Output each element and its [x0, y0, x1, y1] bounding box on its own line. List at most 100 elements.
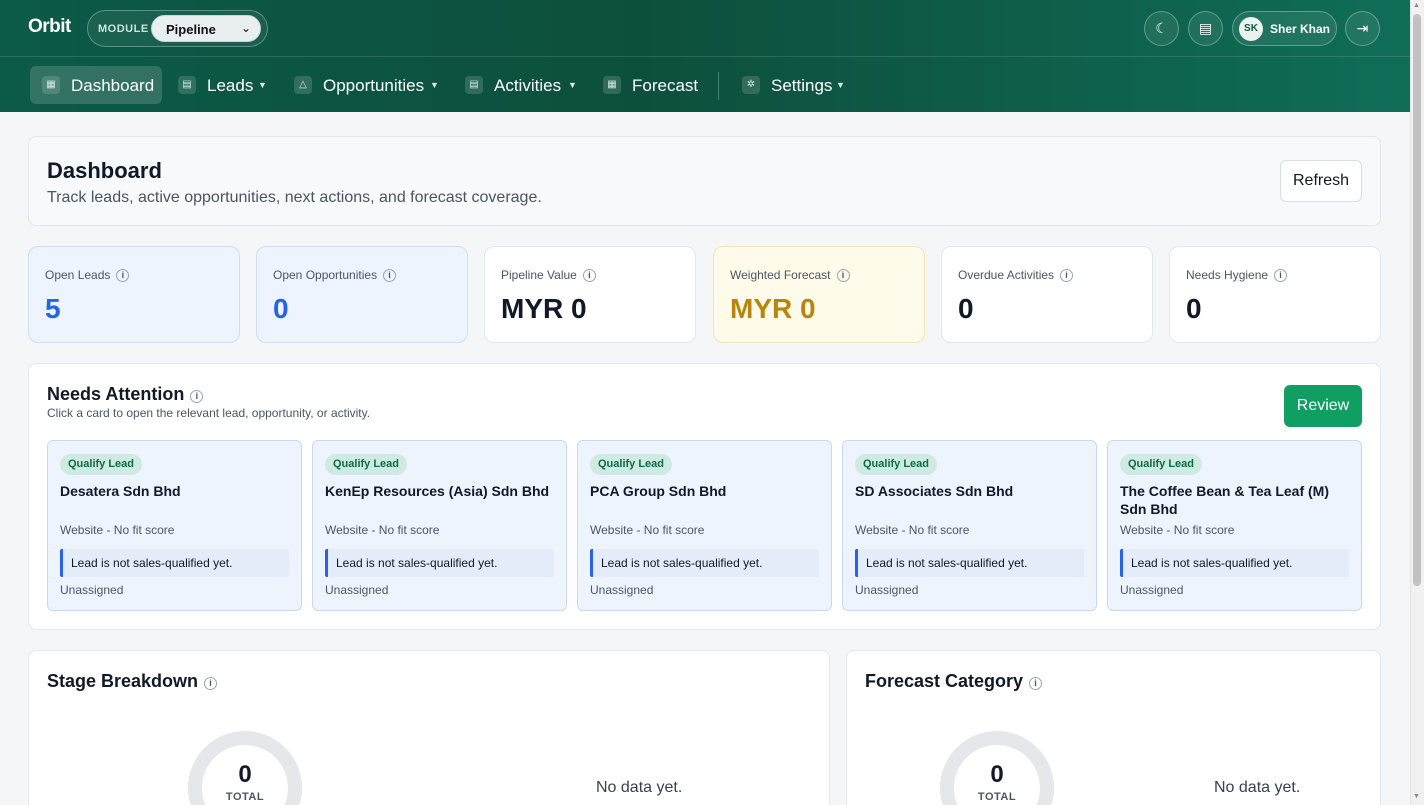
nav-opportunities[interactable]: △ Opportunities ▼	[282, 66, 445, 104]
section-title-text: Stage Breakdown	[47, 671, 199, 691]
nav-activities[interactable]: ▤ Activities ▼	[453, 66, 583, 104]
page-title: Dashboard	[47, 158, 162, 183]
scroll-down-icon[interactable]: ▼	[1413, 793, 1420, 800]
card-meta: Website - No fit score	[60, 523, 175, 537]
nav-settings[interactable]: ✲ Settings ▼	[730, 66, 856, 104]
attention-card[interactable]: Qualify Lead SD Associates Sdn Bhd Websi…	[842, 440, 1097, 611]
refresh-button[interactable]: Refresh	[1280, 160, 1362, 202]
info-icon[interactable]: i	[204, 677, 218, 690]
nav-forecast[interactable]: ▦ Forecast	[591, 66, 706, 104]
app-header: Orbit MODULE Pipeline ⌄ ☾ ▤ SK Sher Khan…	[0, 0, 1410, 57]
card-owner: Unassigned	[60, 583, 124, 597]
kpi-label-text: Open Opportunities	[273, 268, 378, 282]
module-select[interactable]: Pipeline ⌄	[151, 15, 261, 42]
info-icon[interactable]: i	[836, 269, 850, 282]
kpi-value: MYR 0	[501, 293, 587, 324]
card-note: Lead is not sales-qualified yet.	[1120, 549, 1349, 577]
module-select-value: Pipeline	[166, 22, 216, 37]
module-switcher: MODULE Pipeline ⌄	[87, 10, 268, 47]
card-note: Lead is not sales-qualified yet.	[60, 549, 289, 577]
kpi-weighted-forecast[interactable]: Weighted Forecast i MYR 0	[713, 246, 925, 343]
card-title: KenEp Resources (Asia) Sdn Bhd	[325, 483, 550, 499]
kpi-needs-hygiene[interactable]: Needs Hygiene i 0	[1169, 246, 1381, 343]
settings-icon: ✲	[742, 76, 760, 94]
info-icon[interactable]: i	[1274, 269, 1288, 282]
info-icon[interactable]: i	[1029, 677, 1043, 690]
activities-icon: ▤	[465, 76, 483, 94]
kpi-open-leads[interactable]: Open Leads i 5	[28, 246, 240, 343]
theme-toggle-button[interactable]: ☾	[1144, 11, 1179, 46]
forecast-icon: ▦	[603, 76, 621, 94]
card-title: SD Associates Sdn Bhd	[855, 483, 1014, 499]
kpi-label-text: Overdue Activities	[958, 268, 1055, 282]
nav-divider	[718, 72, 719, 100]
section-title-text: Forecast Category	[865, 671, 1024, 691]
card-note: Lead is not sales-qualified yet.	[590, 549, 819, 577]
kpi-label: Needs Hygiene i	[1186, 268, 1288, 282]
info-icon[interactable]: i	[190, 390, 204, 403]
empty-state: No data yet.	[1214, 779, 1301, 796]
info-icon[interactable]: i	[1060, 269, 1074, 282]
brand-logo[interactable]: Orbit	[28, 16, 71, 38]
card-title: PCA Group Sdn Bhd	[590, 483, 727, 499]
section-title: Forecast Category i	[865, 671, 1043, 692]
kpi-value: 5	[45, 293, 61, 324]
page-header: Dashboard Track leads, active opportunit…	[28, 136, 1381, 226]
kpi-label: Weighted Forecast i	[730, 268, 850, 282]
card-note: Lead is not sales-qualified yet.	[325, 549, 554, 577]
moon-icon: ☾	[1155, 20, 1168, 36]
messages-button[interactable]: ▤	[1188, 11, 1223, 46]
user-name: Sher Khan	[1270, 22, 1331, 36]
kpi-value: 0	[958, 293, 974, 324]
opportunities-icon: △	[294, 76, 312, 94]
page-scrollbar[interactable]: ▲ ▼	[1410, 0, 1424, 805]
kpi-value: 0	[273, 293, 289, 324]
nav-dashboard[interactable]: ▦ Dashboard	[30, 66, 162, 104]
attention-card[interactable]: Qualify Lead Desatera Sdn Bhd Website - …	[47, 440, 302, 611]
attention-card[interactable]: Qualify Lead PCA Group Sdn Bhd Website -…	[577, 440, 832, 611]
donut-chart: 0 TOTAL	[940, 731, 1054, 805]
user-menu[interactable]: SK Sher Khan	[1232, 11, 1337, 46]
card-meta: Website - No fit score	[855, 523, 970, 537]
message-icon: ▤	[1198, 20, 1213, 36]
kpi-overdue-activities[interactable]: Overdue Activities i 0	[941, 246, 1153, 343]
attention-card[interactable]: Qualify Lead KenEp Resources (Asia) Sdn …	[312, 440, 567, 611]
kpi-label-text: Pipeline Value	[501, 268, 577, 282]
module-label: MODULE	[98, 23, 149, 35]
card-meta: Website - No fit score	[590, 523, 705, 537]
kpi-value: MYR 0	[730, 293, 816, 324]
review-button[interactable]: Review	[1284, 385, 1362, 427]
donut-total-label: TOTAL	[225, 791, 265, 803]
nav-forecast-label: Forecast	[632, 76, 699, 95]
scroll-up-icon[interactable]: ▲	[1413, 2, 1420, 9]
chevron-down-icon: ▼	[568, 80, 577, 90]
kpi-label-text: Open Leads	[45, 268, 111, 282]
kpi-label-text: Weighted Forecast	[730, 268, 831, 282]
attention-card[interactable]: Qualify Lead The Coffee Bean & Tea Leaf …	[1107, 440, 1362, 611]
donut-total-label: TOTAL	[977, 791, 1017, 803]
card-owner: Unassigned	[855, 583, 919, 597]
section-title-text: Needs Attention	[47, 384, 185, 404]
page-subtitle: Track leads, active opportunities, next …	[47, 189, 542, 206]
card-title: Desatera Sdn Bhd	[60, 483, 181, 499]
kpi-pipeline-value[interactable]: Pipeline Value i MYR 0	[484, 246, 696, 343]
card-owner: Unassigned	[325, 583, 389, 597]
nav-leads[interactable]: ▤ Leads ▼	[166, 66, 274, 104]
card-meta: Website - No fit score	[1120, 523, 1235, 537]
info-icon[interactable]: i	[582, 269, 596, 282]
logout-button[interactable]: ⇥	[1345, 11, 1380, 46]
nav-leads-label: Leads	[207, 76, 254, 95]
kpi-label-text: Needs Hygiene	[1186, 268, 1269, 282]
info-icon[interactable]: i	[116, 269, 130, 282]
kpi-label: Open Opportunities i	[273, 268, 397, 282]
kpi-label: Pipeline Value i	[501, 268, 596, 282]
nav-activities-label: Activities	[494, 76, 562, 95]
kpi-open-opportunities[interactable]: Open Opportunities i 0	[256, 246, 468, 343]
scrollbar-thumb[interactable]	[1413, 14, 1421, 586]
leads-icon: ▤	[178, 76, 196, 94]
section-title: Stage Breakdown i	[47, 671, 218, 692]
section-title: Needs Attention i	[47, 384, 204, 405]
status-badge: Qualify Lead	[590, 454, 673, 475]
card-owner: Unassigned	[1120, 583, 1184, 597]
info-icon[interactable]: i	[383, 269, 397, 282]
